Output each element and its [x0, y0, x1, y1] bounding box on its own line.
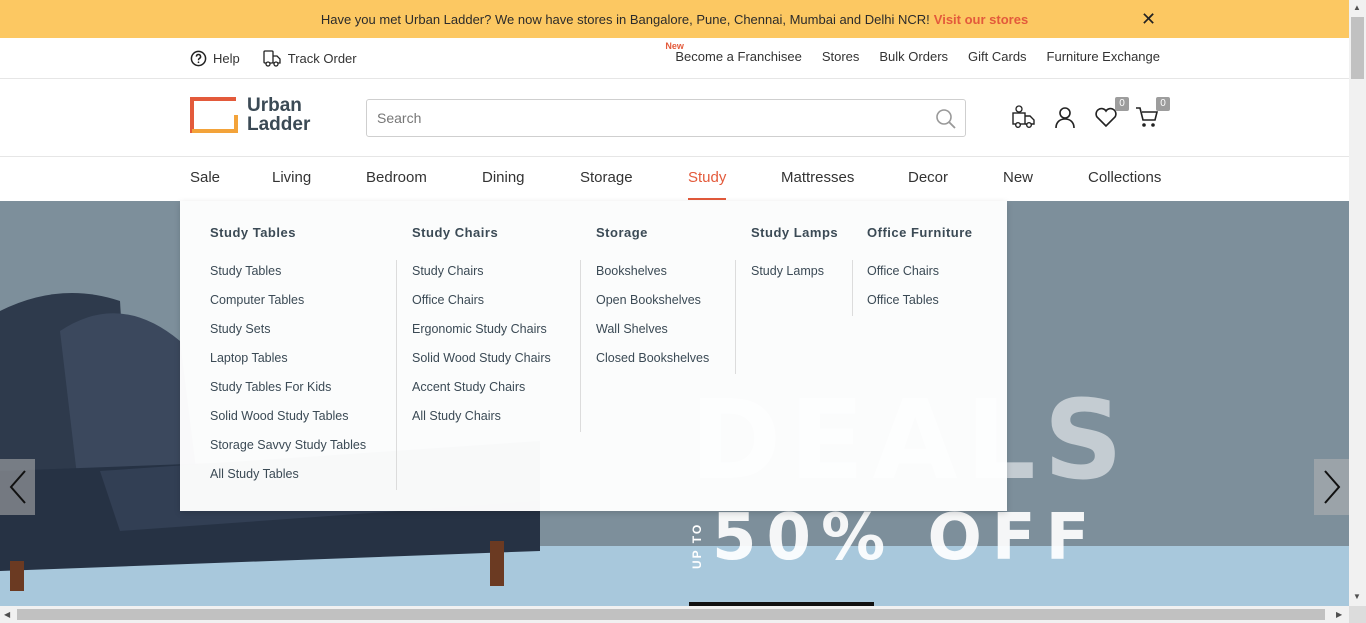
scroll-right-icon[interactable]: ▶ [1336, 610, 1342, 619]
new-badge: New [665, 41, 684, 51]
menu-link[interactable]: Office Tables [867, 290, 939, 319]
announcement-text: Have you met Urban Ladder? We now have s… [320, 11, 930, 27]
carousel-next-button[interactable] [1314, 459, 1349, 515]
menu-divider [735, 260, 736, 374]
account-button[interactable] [1052, 103, 1078, 131]
menu-link[interactable]: Office Chairs [867, 261, 939, 290]
nav-item-decor[interactable]: Decor [908, 158, 1003, 201]
logo[interactable]: Urban Ladder [190, 96, 310, 134]
scroll-left-icon[interactable]: ◀ [4, 610, 10, 619]
franchisee-link[interactable]: New Become a Franchisee [665, 41, 802, 64]
delivery-truck-icon [1012, 105, 1035, 129]
menu-heading[interactable]: Study Chairs [412, 225, 498, 240]
wishlist-button[interactable]: 0 [1093, 97, 1129, 131]
gift-cards-link[interactable]: Gift Cards [968, 49, 1027, 64]
search-input[interactable] [377, 110, 927, 126]
store-locator-button[interactable] [1011, 103, 1037, 131]
vertical-scroll-thumb[interactable] [1351, 17, 1364, 79]
scroll-up-icon[interactable]: ▲ [1353, 3, 1361, 12]
track-order-link[interactable]: Track Order [262, 48, 357, 68]
visit-stores-link[interactable]: Visit our stores [934, 12, 1028, 27]
menu-divider [396, 260, 397, 490]
menu-link[interactable]: Laptop Tables [210, 348, 366, 377]
menu-divider [580, 260, 581, 432]
menu-heading[interactable]: Office Furniture [867, 225, 973, 240]
help-icon [190, 50, 207, 66]
vertical-scrollbar[interactable]: ▲ ▼ [1349, 0, 1366, 606]
study-mega-menu: Study Tables Study Tables Computer Table… [180, 201, 1007, 511]
nav-item-storage[interactable]: Storage [580, 158, 688, 201]
search-icon[interactable] [935, 108, 957, 130]
nav-item-collections[interactable]: Collections [1088, 158, 1168, 201]
menu-link[interactable]: All Study Tables [210, 464, 366, 493]
horizontal-scrollbar[interactable]: ◀ ▶ [0, 606, 1349, 623]
nav-item-dining[interactable]: Dining [482, 158, 580, 201]
horizontal-scroll-thumb[interactable] [17, 609, 1325, 620]
chevron-left-icon [9, 470, 26, 504]
track-order-label: Track Order [287, 50, 357, 66]
chevron-right-icon [1323, 470, 1340, 504]
menu-link[interactable]: Closed Bookshelves [596, 348, 709, 377]
menu-link[interactable]: Storage Savvy Study Tables [210, 435, 366, 464]
menu-link[interactable]: Study Chairs [412, 261, 551, 290]
menu-link[interactable]: Study Lamps [751, 261, 824, 290]
search-box [366, 99, 966, 137]
announcement-bar: Have you met Urban Ladder? We now have s… [0, 0, 1349, 38]
utility-bar: Help Track Order New Become a Franchisee… [0, 38, 1349, 79]
menu-divider [852, 260, 853, 316]
stores-link[interactable]: Stores [822, 49, 860, 64]
hero-upto: UP TO [690, 522, 704, 569]
menu-link[interactable]: Bookshelves [596, 261, 709, 290]
close-icon[interactable]: ✕ [1141, 9, 1156, 30]
menu-heading[interactable]: Study Lamps [751, 225, 838, 240]
nav-item-mattresses[interactable]: Mattresses [781, 158, 908, 201]
track-order-icon [263, 50, 281, 67]
menu-link[interactable]: Solid Wood Study Tables [210, 406, 366, 435]
menu-heading[interactable]: Storage [596, 225, 648, 240]
menu-link[interactable]: Open Bookshelves [596, 290, 709, 319]
help-link[interactable]: Help [190, 48, 240, 68]
scroll-down-icon[interactable]: ▼ [1353, 592, 1361, 601]
nav-item-study[interactable]: Study [688, 158, 726, 201]
logo-mark-icon [190, 97, 238, 133]
cart-count: 0 [1156, 97, 1170, 111]
category-nav: Sale Living Bedroom Dining Storage Study… [0, 158, 1349, 201]
nav-item-new[interactable]: New [1003, 158, 1088, 201]
menu-link[interactable]: Ergonomic Study Chairs [412, 319, 551, 348]
menu-link[interactable]: All Study Chairs [412, 406, 551, 435]
wishlist-count: 0 [1115, 97, 1129, 111]
hero-discount: 50% OFF [712, 501, 1100, 575]
menu-link[interactable]: Study Tables [210, 261, 366, 290]
menu-link[interactable]: Wall Shelves [596, 319, 709, 348]
cart-button[interactable]: 0 [1134, 97, 1170, 131]
nav-item-living[interactable]: Living [272, 158, 366, 201]
carousel-prev-button[interactable] [0, 459, 35, 515]
menu-link[interactable]: Office Chairs [412, 290, 551, 319]
menu-heading[interactable]: Study Tables [210, 225, 296, 240]
nav-item-bedroom[interactable]: Bedroom [366, 158, 482, 201]
menu-link[interactable]: Accent Study Chairs [412, 377, 551, 406]
help-label: Help [213, 50, 240, 66]
menu-link[interactable]: Solid Wood Study Chairs [412, 348, 551, 377]
main-header: Urban Ladder Search 0 0 [0, 79, 1349, 157]
user-icon [1055, 107, 1075, 129]
menu-link[interactable]: Study Sets [210, 319, 366, 348]
logo-line-1: Urban [247, 95, 302, 116]
franchisee-label: Become a Franchisee [675, 49, 802, 64]
menu-link[interactable]: Computer Tables [210, 290, 366, 319]
furniture-exchange-link[interactable]: Furniture Exchange [1047, 49, 1160, 64]
bulk-orders-link[interactable]: Bulk Orders [879, 49, 948, 64]
scrollbar-corner [1349, 606, 1366, 623]
logo-line-2: Ladder [247, 114, 311, 135]
menu-link[interactable]: Study Tables For Kids [210, 377, 366, 406]
nav-item-sale[interactable]: Sale [190, 158, 272, 201]
